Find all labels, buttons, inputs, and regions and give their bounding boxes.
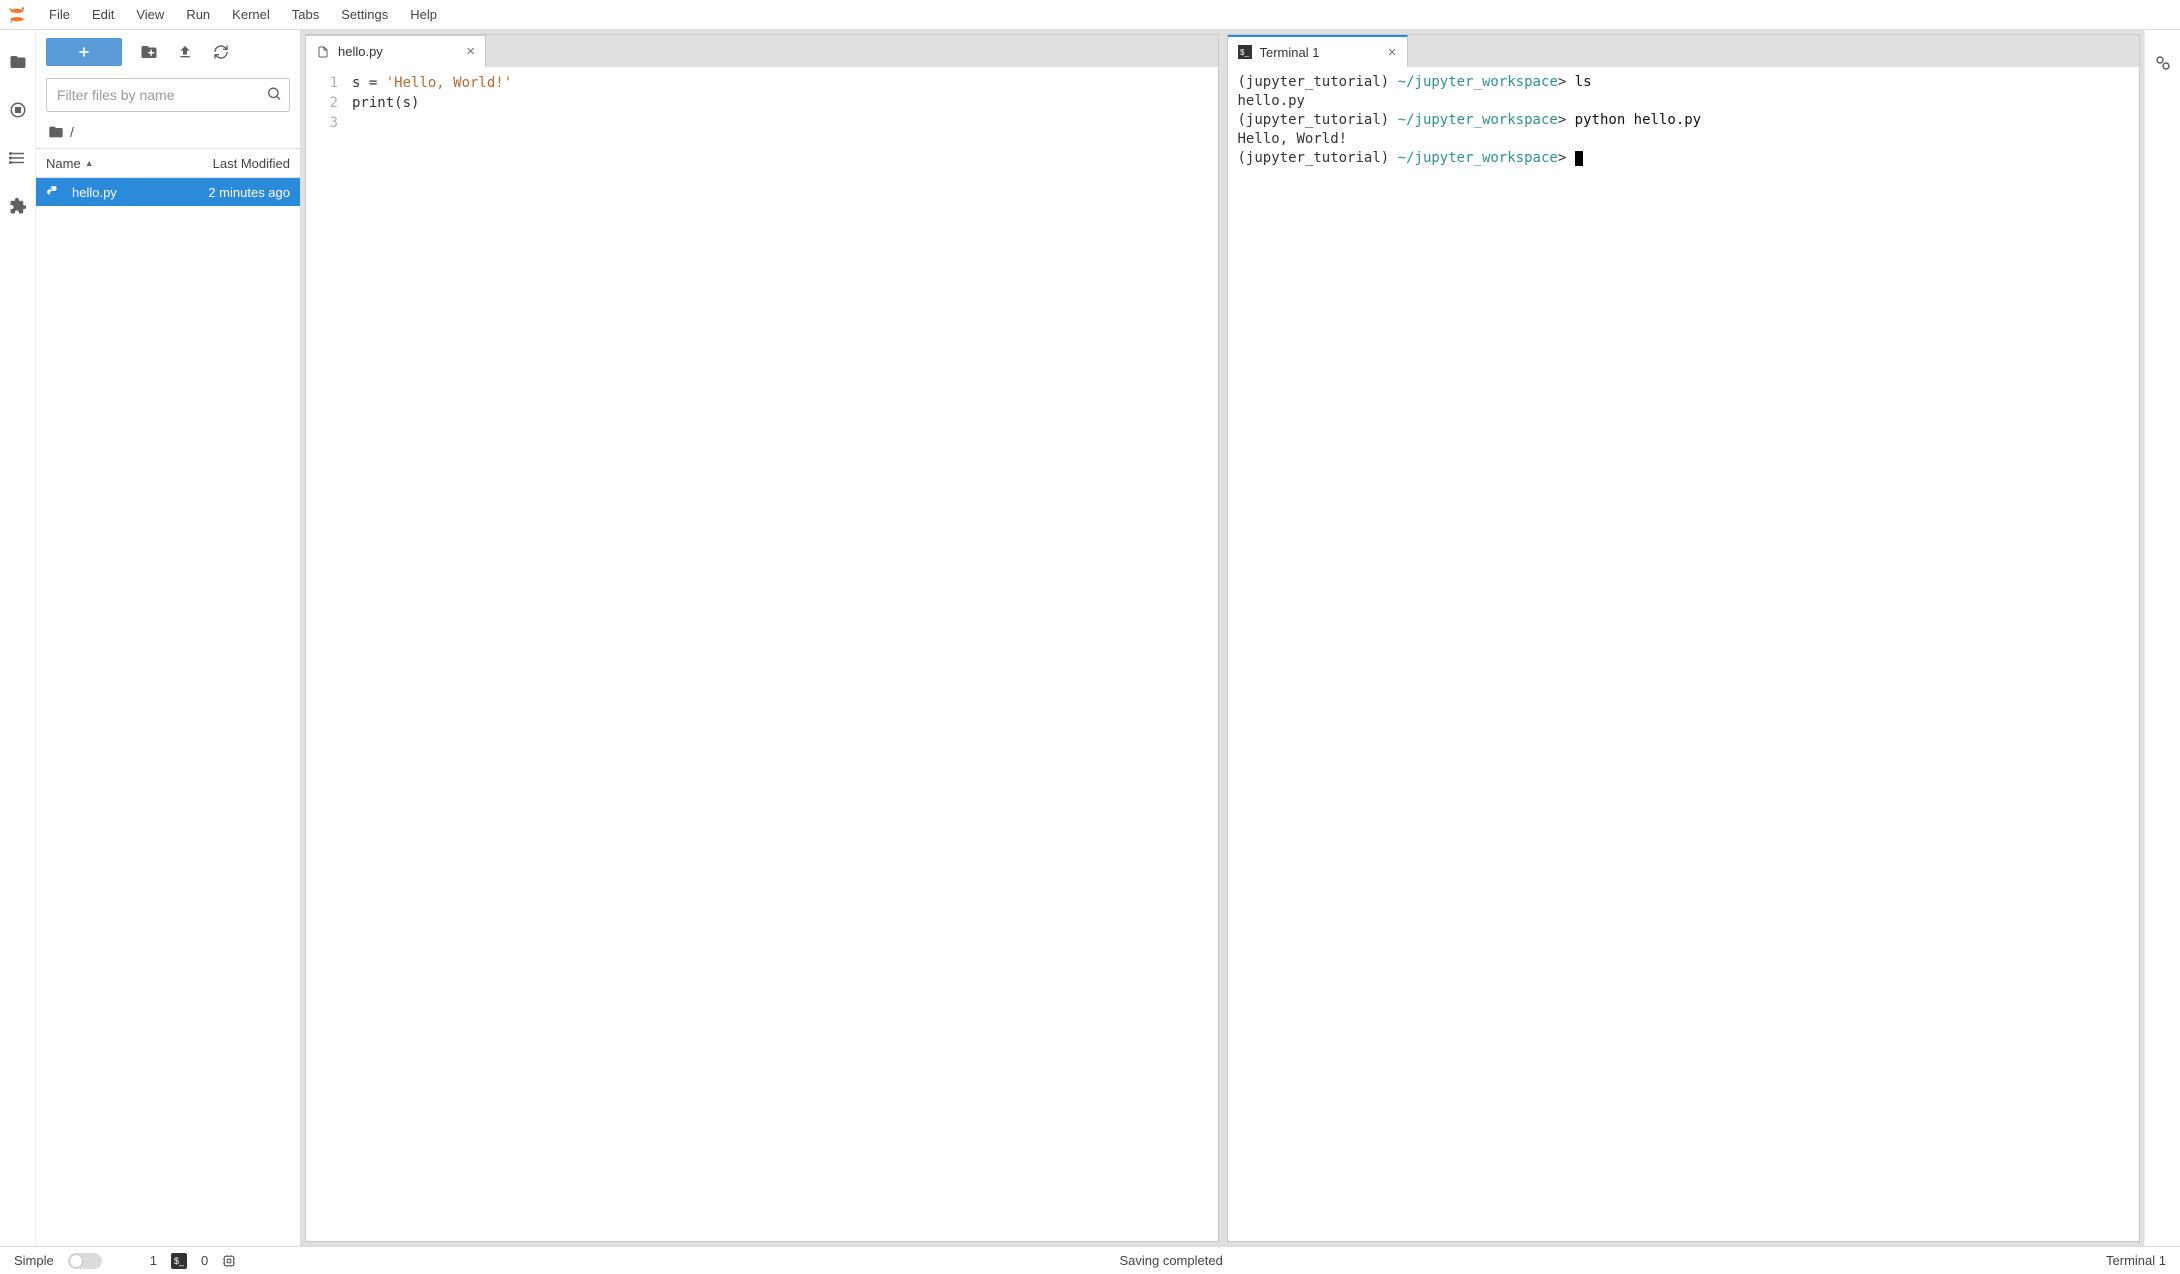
terminal-tabbar: $_ Terminal 1 × [1228,35,2140,67]
menu-edit[interactable]: Edit [81,3,125,26]
terminal-body[interactable]: (jupyter_tutorial) ~/jupyter_workspace> … [1228,67,2140,1241]
upload-icon[interactable] [176,43,194,61]
kernel-status-icon[interactable] [222,1254,236,1268]
file-icon [316,45,330,59]
menu-kernel[interactable]: Kernel [221,3,281,26]
filter-files-input[interactable] [46,78,290,112]
toc-icon[interactable] [8,148,28,168]
tab-terminal-1[interactable]: $_ Terminal 1 × [1228,35,1408,67]
menu-run[interactable]: Run [175,3,221,26]
terminal-badge-icon[interactable]: $_ [171,1253,187,1269]
close-icon[interactable]: × [466,44,475,59]
status-center-text: Saving completed [1119,1253,1222,1268]
refresh-icon[interactable] [212,43,230,61]
running-icon[interactable] [8,100,28,120]
terminal-icon: $_ [1238,45,1252,59]
editor-pane: hello.py × 1 2 3 s = 'Hello, World!'prin… [305,34,1219,1242]
menu-help[interactable]: Help [399,3,448,26]
terminal-pane: $_ Terminal 1 × (jupyter_tutorial) ~/jup… [1227,34,2141,1242]
terminal-count[interactable]: 1 [150,1253,157,1268]
file-list-header: Name ▲ Last Modified [36,148,300,178]
tab-hello-py[interactable]: hello.py × [306,35,486,67]
file-list: hello.py 2 minutes ago [36,178,300,1246]
status-right-text[interactable]: Terminal 1 [2106,1253,2166,1268]
file-row[interactable]: hello.py 2 minutes ago [36,178,300,206]
breadcrumb[interactable]: / [36,120,300,148]
dock-panel: hello.py × 1 2 3 s = 'Hello, World!'prin… [301,30,2144,1246]
tab-title: Terminal 1 [1260,45,1320,60]
property-inspector-icon[interactable] [2154,54,2172,75]
menubar: File Edit View Run Kernel Tabs Settings … [0,0,2180,30]
menu-tabs[interactable]: Tabs [281,3,330,26]
column-name-header[interactable]: Name ▲ [46,156,180,171]
file-name: hello.py [72,185,180,200]
new-launcher-button[interactable] [46,38,122,66]
new-folder-icon[interactable] [140,43,158,61]
file-browser: / Name ▲ Last Modified hello.py 2 minute… [36,30,301,1246]
right-rail [2144,30,2180,1246]
jupyter-logo-icon[interactable] [6,4,28,26]
menu-view[interactable]: View [125,3,175,26]
kernel-count[interactable]: 0 [201,1253,208,1268]
simple-mode-toggle[interactable] [68,1253,102,1269]
code-content[interactable]: s = 'Hello, World!'print(s) [346,67,1218,1241]
python-file-icon [46,185,64,199]
line-gutter: 1 2 3 [306,67,346,1241]
sort-caret-icon: ▲ [85,158,94,168]
column-modified-header[interactable]: Last Modified [180,156,290,171]
tab-title: hello.py [338,44,383,59]
extensions-icon[interactable] [8,196,28,216]
search-icon [266,86,282,105]
file-modified: 2 minutes ago [180,185,290,200]
simple-mode-label: Simple [14,1253,54,1268]
activity-bar [0,30,36,1246]
folder-icon[interactable] [8,52,28,72]
menu-file[interactable]: File [38,3,81,26]
breadcrumb-path: / [70,124,74,140]
editor-body[interactable]: 1 2 3 s = 'Hello, World!'print(s) [306,67,1218,1241]
statusbar: Simple 1 $_ 0 Saving completed Terminal … [0,1246,2180,1274]
menu-settings[interactable]: Settings [330,3,399,26]
file-browser-toolbar [36,30,300,74]
editor-tabbar: hello.py × [306,35,1218,67]
close-icon[interactable]: × [1388,45,1397,60]
